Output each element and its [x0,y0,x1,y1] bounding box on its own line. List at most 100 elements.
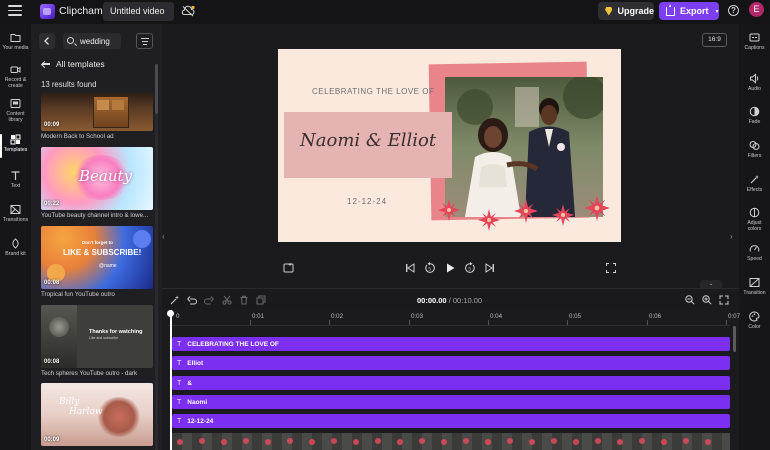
play-icon[interactable] [444,262,456,274]
menu-icon[interactable] [8,5,22,17]
panel-scrollbar[interactable] [155,64,158,450]
prop-color[interactable]: Color [739,311,770,330]
thumb-line-1: Don't forget to [82,240,113,245]
nav-text[interactable]: Text [0,170,31,189]
cloud-sync-off-icon[interactable] [181,5,195,17]
thumb-line-2: LIKE & SUBSCRIBE! [63,248,142,257]
top-bar: Clipchamp Untitled video Upgrade Export … [0,0,770,24]
template-card[interactable]: Billy Harlow 00:09 [41,383,153,446]
clip-label: Naomi [187,398,208,406]
prop-filters[interactable]: Filters [739,140,770,159]
nav-templates[interactable]: Templates [0,134,31,158]
nav-label: Text [10,183,21,189]
template-card[interactable]: 00:09 Modern Back to School ad [41,93,153,140]
export-button[interactable]: Export ▾ [659,2,719,20]
nav-label: Brand kit [5,251,26,257]
template-card[interactable]: Thanks for watching Like and subscribe 0… [41,305,153,377]
template-card[interactable]: Beauty 00:22 YouTube beauty channel intr… [41,147,153,219]
search-box[interactable] [63,33,121,49]
template-thumbnail: 00:09 [41,93,153,131]
nav-record-create[interactable]: Record & create [0,64,31,89]
timeline-clip[interactable]: T 12-12-24 [172,414,730,428]
timeline-clip[interactable]: T & [172,376,730,390]
video-camera-icon [10,66,21,73]
timeline-scrollbar[interactable] [733,326,736,352]
brand-kit-icon [12,238,19,249]
clip-label: & [187,379,192,387]
diamond-icon [605,6,613,16]
search-icon [67,37,74,44]
nav-label: Transitions [2,217,29,223]
text-clip-icon: T [177,359,182,367]
names-box[interactable]: Naomi & Elliot [284,112,452,178]
template-card[interactable]: Don't forget to LIKE & SUBSCRIBE! @name … [41,226,153,298]
skip-start-icon[interactable] [404,262,416,274]
prop-label: Filters [747,153,762,159]
nav-content-library[interactable]: Content library [0,98,31,123]
library-icon [10,99,21,108]
magic-edit-icon[interactable] [283,262,295,274]
headline-text[interactable]: CELEBRATING THE LOVE OF [312,87,434,96]
collapse-timeline-icon[interactable]: ⌄ [700,280,722,288]
preview-canvas[interactable]: CELEBRATING THE LOVE OF Naomi & Elliot 1… [278,49,621,242]
duplicate-icon[interactable] [256,295,266,305]
results-count: 13 results found [41,80,97,89]
nav-transitions[interactable]: Transitions [0,204,31,223]
zoom-out-icon[interactable] [685,295,695,305]
prop-fade[interactable]: Fade [739,106,770,125]
prop-label: Speed [747,256,762,262]
magic-wand-icon[interactable] [170,295,180,305]
date-text[interactable]: 12-12-24 [347,197,387,206]
thumb-line-2: Harlow [69,407,103,417]
speed-icon [749,245,760,252]
zoom-in-icon[interactable] [702,295,712,305]
timeline-clip[interactable]: T CELEBRATING THE LOVE OF [172,337,730,351]
prop-adjust-colors[interactable]: Adjust colors [739,207,770,232]
effects-icon [750,175,759,184]
skip-end-icon[interactable] [484,262,496,274]
color-icon [749,311,760,322]
tick-label: 0 [176,313,180,320]
forward-5s-icon[interactable]: 5 [464,262,476,274]
tick-label: 0:04 [490,313,503,320]
timeline-clip[interactable]: T Elliot [172,356,730,370]
back-button[interactable] [39,33,55,49]
prop-captions[interactable]: Captions [739,32,770,51]
text-clip-icon: T [177,417,182,425]
text-icon [11,171,20,180]
timeline-clip[interactable]: T Naomi [172,395,730,409]
text-clip-icon: T [177,379,182,387]
upgrade-button[interactable]: Upgrade [598,2,654,20]
search-input[interactable] [80,34,120,48]
templates-panel: All templates 13 results found 00:09 Mod… [31,24,162,450]
flower-decoration [552,204,574,226]
collapse-properties-icon[interactable]: › [730,232,733,241]
prop-transition[interactable]: Transition [739,277,770,296]
help-icon[interactable]: ? [728,5,739,16]
all-templates-link[interactable]: All templates [41,59,105,69]
aspect-ratio-button[interactable]: 16:9 [702,33,727,47]
collapse-panel-icon[interactable]: ‹ [162,232,165,241]
fit-timeline-icon[interactable] [719,295,729,305]
undo-icon[interactable] [187,295,197,305]
transition-icon [749,278,760,287]
tick-label: 0:01 [252,313,265,320]
redo-icon[interactable] [204,295,214,305]
all-templates-label: All templates [56,59,105,69]
split-icon[interactable] [222,295,232,305]
export-label: Export [680,6,709,16]
fullscreen-icon[interactable] [605,262,617,274]
rewind-5s-icon[interactable]: 5 [424,262,436,274]
delete-icon[interactable] [239,295,249,305]
avatar[interactable]: E [749,2,764,17]
duration-badge: 00:08 [44,359,60,365]
prop-speed[interactable]: Speed [739,243,770,262]
prop-effects[interactable]: Effects [739,174,770,193]
filter-button[interactable] [136,33,153,49]
video-title-input[interactable]: Untitled video [103,2,174,21]
overlay-clip[interactable] [172,433,730,450]
playhead[interactable] [167,310,173,450]
nav-your-media[interactable]: Your media [0,32,31,51]
prop-audio[interactable]: Audio [739,73,770,92]
nav-brand-kit[interactable]: Brand kit [0,238,31,257]
